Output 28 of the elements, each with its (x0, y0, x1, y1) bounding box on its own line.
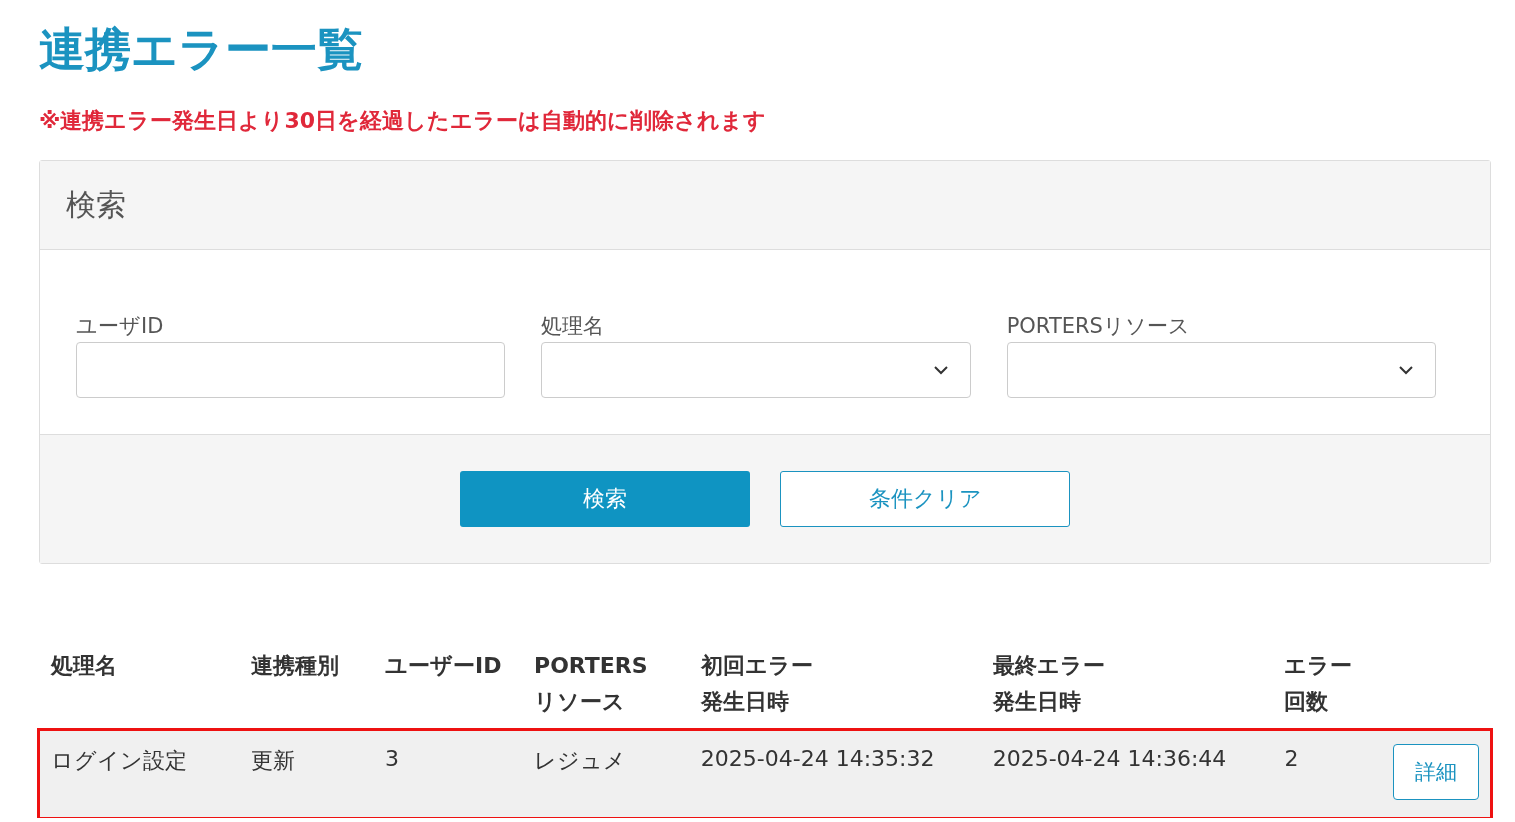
input-field[interactable] (76, 342, 506, 398)
table-cell: ログイン設定 (51, 748, 187, 773)
chevron-down-icon (1399, 365, 1413, 375)
column-header: エラー 回数 (1284, 653, 1353, 714)
field-label: 処理名 (541, 313, 606, 340)
field-label: ユーザID (76, 313, 165, 340)
column-header: PORTERS リソース (534, 653, 648, 714)
field-label: PORTERSリソース (1006, 313, 1191, 340)
panel-title: 検索 (66, 185, 126, 224)
page-title: 連携エラー一覧 (39, 21, 364, 78)
notice-text: ※連携エラー発生日より30日を経過したエラーは自動的に削除されます (39, 108, 767, 134)
column-header: ユーザーID (384, 653, 502, 678)
column-header: 処理名 (51, 653, 117, 678)
table-cell: 更新 (250, 748, 295, 773)
table-cell: 3 (384, 746, 399, 771)
chevron-down-icon (933, 365, 948, 375)
column-header: 最終エラー 発生日時 (992, 653, 1105, 714)
column-header: 初回エラー 発生日時 (700, 653, 813, 714)
column-header: 連携種別 (250, 653, 339, 678)
search-button[interactable]: 検索 (460, 471, 750, 527)
clear-button[interactable]: 条件クリア (780, 471, 1070, 527)
select-field[interactable] (1006, 342, 1436, 398)
table-cell: 2025-04-24 14:35:32 (700, 746, 935, 771)
table-cell: レジュメ (534, 748, 626, 773)
table-cell: 2 (1284, 746, 1299, 771)
select-field[interactable] (541, 342, 971, 398)
detail-button[interactable]: 詳細 (1393, 744, 1479, 800)
table-cell: 2025-04-24 14:36:44 (992, 746, 1227, 771)
